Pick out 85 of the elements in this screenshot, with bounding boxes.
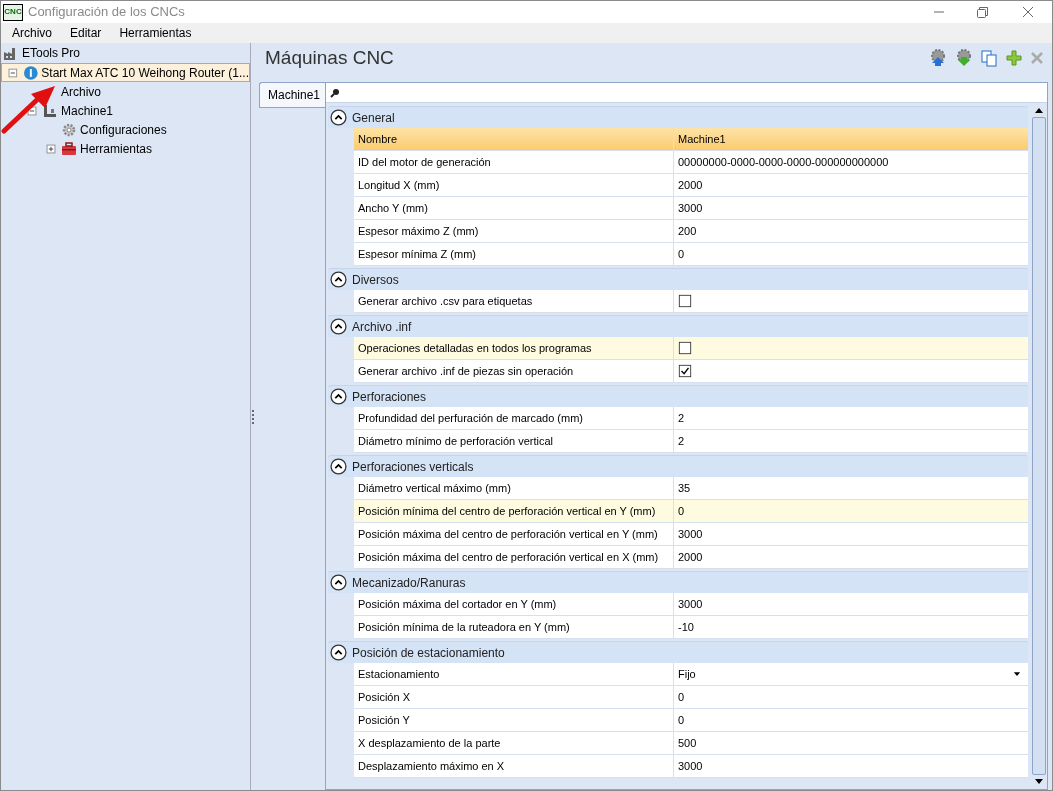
info-icon [22,64,39,81]
menu-item[interactable]: Herramientas [110,24,201,42]
property-name: Posición Y [354,709,674,731]
group-header[interactable]: Perforaciones [328,385,1028,407]
property-value[interactable]: -10 [674,616,1028,638]
search-icon [330,87,340,98]
tab[interactable]: Machine1 [259,82,325,108]
property-name: X desplazamiento de la parte [354,732,674,754]
property-value[interactable]: 00000000-0000-0000-0000-000000000000 [674,151,1028,173]
group-header[interactable]: Diversos [328,268,1028,290]
property-value[interactable]: 2000 [674,174,1028,196]
collapse-icon[interactable] [25,103,39,118]
property-name: Posición máxima del centro de perforación vertical en Y (mm) [354,523,674,545]
annotation-arrow [1,84,57,134]
property-name: Generar archivo .inf de piezas sin operación [354,360,674,382]
menu-item[interactable]: Archivo [3,24,61,42]
property-name: Posición máxima del cortador en Y (mm) [354,593,674,615]
checkbox[interactable] [678,364,692,378]
property-value[interactable]: 0 [674,709,1028,731]
delete-icon[interactable] [1030,51,1044,65]
property-value[interactable]: 200 [674,220,1028,242]
property-name: Diámetro mínimo de perforación vertical [354,430,674,452]
app-icon: CNC [3,3,23,21]
property-name: Ancho Y (mm) [354,197,674,219]
dropdown[interactable]: Fijo [674,663,1028,685]
checkbox[interactable] [678,341,692,355]
property-value[interactable]: 500 [674,732,1028,754]
tree-item-selected[interactable]: Start Max ATC 10 Weihong Router (1... [1,63,250,82]
property-value[interactable]: 3000 [674,593,1028,615]
property-value[interactable]: 2000 [674,546,1028,568]
hovered-row[interactable]: Operaciones detalladas en todos los programas [354,337,1028,360]
selected-row[interactable]: Nombre Machine1 [354,128,1028,151]
property-value[interactable]: 35 [674,477,1028,499]
gear-icon [61,121,77,138]
property-name: Operaciones detalladas en todos los programas [354,337,674,359]
add-icon[interactable] [1006,50,1022,66]
tree-label[interactable]: Archivo [61,82,101,101]
property-value[interactable]: 0 [674,686,1028,708]
gear-up-arrow-icon[interactable] [929,49,947,67]
toolbox-icon [61,140,77,157]
machine-icon [42,102,58,119]
scroll-down-icon[interactable] [1034,779,1043,784]
tree-label[interactable]: ETools Pro [22,44,81,62]
group-header[interactable]: Perforaciones verticals [328,455,1028,477]
property-value[interactable]: Machine1 [674,128,1028,150]
property-name: Posición X [354,686,674,708]
property-name: Posición mínima del centro de perforación vertical en Y (mm) [354,500,674,522]
menu-item[interactable]: Editar [61,24,111,42]
property-name: Posición mínima de la ruteadora en Y (mm) [354,616,674,638]
checkbox[interactable] [678,294,692,308]
copy-icon[interactable] [981,49,998,67]
property-value[interactable]: 3000 [674,523,1028,545]
property-name: Nombre [354,128,674,150]
group-header[interactable]: Posición de estacionamiento [328,641,1028,663]
property-value[interactable]: 2 [674,407,1028,429]
property-name: Espesor máximo Z (mm) [354,220,674,242]
property-name: Estacionamiento [354,663,674,685]
group-header[interactable]: Archivo .inf [328,315,1028,337]
close-icon[interactable] [1022,6,1034,18]
property-value[interactable]: 0 [674,500,1028,522]
restore-icon[interactable] [977,6,988,18]
property-name: Desplazamiento máximo en X [354,755,674,777]
property-name: ID del motor de generación [354,151,674,173]
property-value[interactable]: 0 [674,243,1028,265]
group-header[interactable]: Mecanizado/Ranuras [328,571,1028,593]
property-value[interactable]: 2 [674,430,1028,452]
expand-icon[interactable] [44,141,58,156]
property-name: Longitud X (mm) [354,174,674,196]
group-header[interactable]: General [328,106,1028,128]
scroll-thumb[interactable] [1031,117,1046,775]
gear-down-arrow-icon[interactable] [955,49,973,67]
property-name: Posición máxima del centro de perforación vertical en X (mm) [354,546,674,568]
property-name: Espesor mínima Z (mm) [354,243,674,265]
tree-label[interactable]: Herramientas [80,139,153,158]
property-value[interactable]: 3000 [674,197,1028,219]
property-name: Generar archivo .csv para etiquetas [354,290,674,312]
property-value[interactable]: 3000 [674,755,1028,777]
tree-label[interactable]: Machine1 [61,101,114,120]
property-name: Profundidad del perfuración de marcado (mm) [354,407,674,429]
hovered-row[interactable]: Posición mínima del centro de perforación vertical en Y (mm) 0 [354,500,1028,523]
panel-title: Máquinas CNC [265,45,394,70]
property-name: Diámetro vertical máximo (mm) [354,477,674,499]
window-title: Configuración de los CNCs [28,3,185,22]
scroll-up-icon[interactable] [1034,108,1043,113]
tree-label[interactable]: Configuraciones [80,120,167,139]
